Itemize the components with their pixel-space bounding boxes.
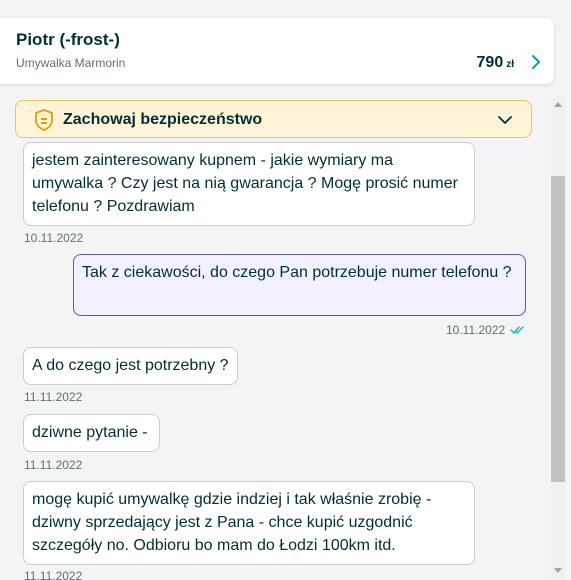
safety-banner[interactable]: Zachowaj bezpieczeństwo bbox=[15, 100, 532, 138]
product-price: 790 zł bbox=[477, 54, 514, 72]
price-currency: zł bbox=[506, 59, 514, 70]
price-value: 790 bbox=[476, 54, 504, 71]
scrollbar-thumb[interactable] bbox=[551, 176, 565, 482]
message-timestamp: 10.11.2022 bbox=[24, 231, 84, 245]
message-bubble-incoming: dziwne pytanie - bbox=[23, 414, 160, 452]
message-timestamp: 11.11.2022 bbox=[24, 569, 83, 580]
double-check-icon bbox=[510, 326, 524, 334]
shield-icon bbox=[35, 109, 53, 131]
scroll-down-arrow-icon[interactable] bbox=[554, 568, 562, 573]
scroll-up-arrow-icon[interactable] bbox=[554, 102, 562, 107]
conversation-header[interactable]: Piotr (-frost-) Umywalka Marmorin 790 zł bbox=[0, 18, 554, 84]
message-timestamp: 10.11.2022 bbox=[446, 323, 506, 337]
message-bubble-incoming: A do czego jest potrzebny ? bbox=[23, 347, 238, 385]
message-timestamp: 11.11.2022 bbox=[24, 390, 83, 404]
contact-name: Piotr (-frost-) bbox=[16, 30, 120, 49]
safety-banner-title: Zachowaj bezpieczeństwo bbox=[63, 111, 263, 128]
message-bubble-incoming: jestem zainteresowany kupnem - jakie wym… bbox=[23, 142, 475, 226]
message-bubble-outgoing: Tak z ciekawości, do czego Pan potrzebuj… bbox=[73, 254, 526, 316]
message-timestamp: 11.11.2022 bbox=[24, 458, 83, 472]
product-title: Umywalka Marmorin bbox=[16, 56, 126, 70]
message-bubble-incoming: mogę kupić umywalkę gdzie indziej i tak … bbox=[23, 481, 475, 565]
message-list[interactable]: Zachowaj bezpieczeństwo jestem zainteres… bbox=[0, 96, 549, 580]
chevron-down-icon[interactable] bbox=[497, 112, 513, 128]
chevron-right-icon[interactable] bbox=[528, 54, 544, 70]
